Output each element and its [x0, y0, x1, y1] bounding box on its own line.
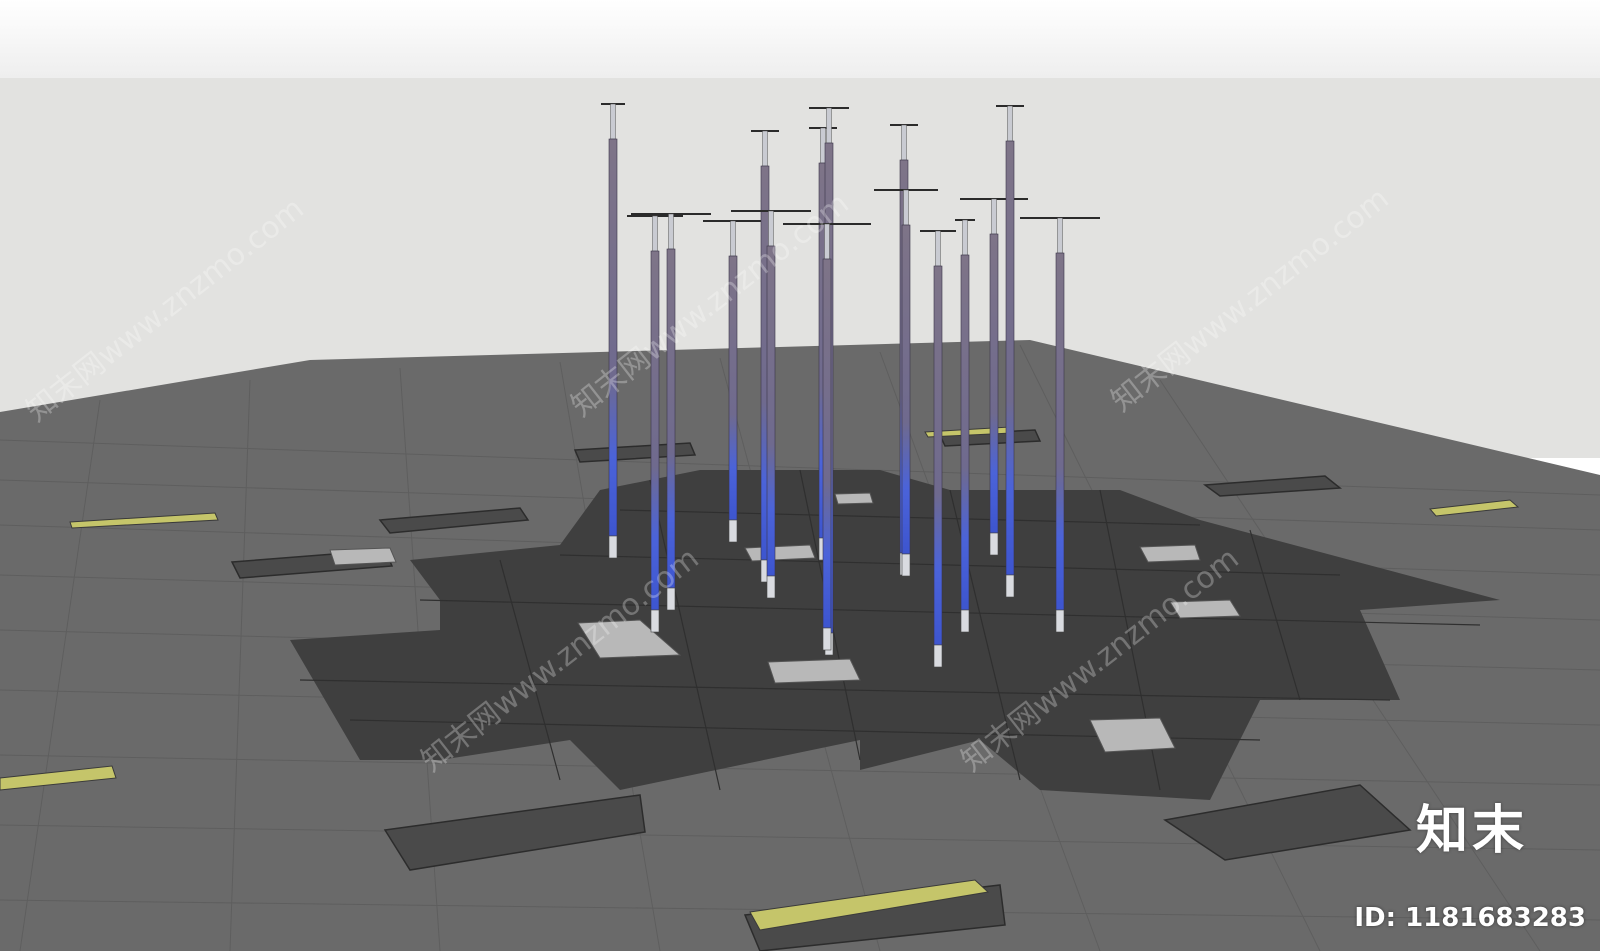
pole-body — [901, 224, 911, 555]
pole-body — [666, 248, 676, 589]
pole-body — [650, 250, 660, 611]
pole-base — [666, 587, 676, 611]
pole-body — [822, 258, 832, 629]
pole-top-fitting — [935, 230, 941, 267]
pole-base — [822, 627, 832, 651]
pole-base — [650, 609, 660, 633]
pole-body — [1055, 252, 1065, 611]
pole-top-fitting — [668, 213, 674, 250]
pole-base — [608, 535, 618, 559]
pole-top-fitting — [903, 189, 909, 226]
pole-top-fitting — [762, 130, 768, 167]
pole-top-fitting — [826, 107, 832, 144]
pole-body — [728, 255, 738, 521]
image-id-label: ID: 1181683283 — [1354, 903, 1586, 933]
logo-text: 知末 — [1415, 801, 1528, 861]
pole-body — [608, 138, 618, 537]
pole-top-fitting — [962, 219, 968, 256]
pole-base — [766, 575, 776, 599]
pole-body — [960, 254, 970, 611]
pole-base — [901, 553, 911, 577]
pole-base — [728, 519, 738, 543]
pole-body — [1005, 140, 1015, 576]
3d-scene — [0, 103, 1600, 951]
pole-top-fitting — [824, 223, 830, 260]
pole-base — [989, 532, 999, 556]
pole-top-fitting — [730, 220, 736, 257]
pole-base — [960, 609, 970, 633]
pole-top-fitting — [901, 124, 907, 161]
pole-top-fitting — [610, 103, 616, 140]
pole-top-fitting — [768, 210, 774, 247]
pole-base — [933, 644, 943, 668]
pole-body — [989, 233, 999, 534]
pole-base — [1005, 574, 1015, 598]
pole-body — [766, 245, 776, 577]
pole-top-fitting — [652, 215, 658, 252]
pole-body — [933, 265, 943, 646]
pole-top-fitting — [1057, 217, 1063, 254]
pole-top-fitting — [1007, 105, 1013, 142]
pole-base — [1055, 609, 1065, 633]
pole-top-fitting — [991, 198, 997, 235]
